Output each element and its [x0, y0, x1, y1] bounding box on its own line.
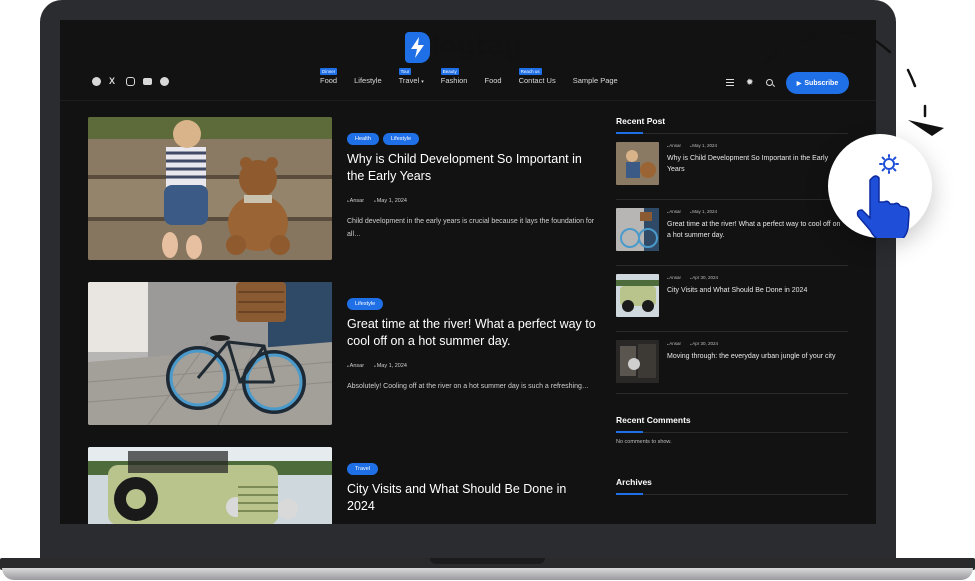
- post-card: Travel City Visits and What Should Be Do…: [88, 447, 598, 524]
- recent-post-item[interactable]: Ansar Apr 30, 2024 City Visits and What …: [616, 266, 848, 332]
- recent-post-author: Ansar: [667, 341, 681, 346]
- recent-post-item[interactable]: Ansar May 1, 2024 Why is Child Developme…: [616, 134, 848, 200]
- doodle-dashes: [760, 31, 944, 136]
- post-tags: Health Lifestyle: [347, 133, 597, 145]
- laptop-notch: [430, 558, 545, 564]
- post-body: Health Lifestyle Why is Child Developmen…: [347, 117, 597, 241]
- nav-badge: Reach us: [518, 68, 542, 75]
- youtube-icon[interactable]: [143, 78, 152, 85]
- recent-post-title[interactable]: Great time at the river! What a perfect …: [667, 219, 845, 241]
- nav-badge: Dinner: [320, 68, 338, 75]
- nav-label: Sample Page: [572, 76, 618, 85]
- tag-lifestyle[interactable]: Lifestyle: [347, 298, 384, 310]
- recent-post-author: Ansar: [667, 275, 681, 280]
- post-tags: Lifestyle: [347, 298, 597, 310]
- recent-post-date: Apr 30, 2024: [690, 341, 718, 346]
- post-title[interactable]: City Visits and What Should Be Done in 2…: [347, 481, 597, 515]
- nav-label: Fashion: [440, 76, 468, 85]
- stage: logtag X Dinner Food Lifestyle Tour Trav…: [0, 0, 975, 581]
- nav-item-fashion[interactable]: Beauty Fashion: [440, 68, 468, 85]
- nav-item-food[interactable]: Dinner Food: [320, 68, 338, 85]
- recent-post-author: Ansar: [667, 143, 681, 148]
- recent-post-meta: Ansar May 1, 2024: [667, 209, 717, 214]
- site-logo[interactable]: logtag: [405, 31, 522, 63]
- nav-label: Contact Us: [518, 76, 556, 85]
- recent-post-item[interactable]: Ansar May 1, 2024 Great time at the rive…: [616, 200, 848, 266]
- post-image-vintage-car[interactable]: [88, 447, 332, 524]
- post-image-child-teddy[interactable]: [88, 117, 332, 260]
- nav-label: Travel: [398, 76, 420, 85]
- post-date: May 1, 2024: [374, 363, 407, 369]
- recent-post-meta: Ansar Apr 30, 2024: [667, 341, 718, 346]
- tag-health[interactable]: Health: [347, 133, 379, 145]
- recent-post-title[interactable]: City Visits and What Should Be Done in 2…: [667, 285, 845, 296]
- post-author[interactable]: Ansar: [347, 363, 364, 369]
- post-author[interactable]: Ansar: [347, 198, 364, 204]
- post-body: Travel City Visits and What Should Be Do…: [347, 447, 597, 515]
- recent-post-title[interactable]: Why is Child Development So Important in…: [667, 153, 845, 175]
- nav-badge: Tour: [398, 68, 412, 75]
- post-meta: Ansar May 1, 2024: [347, 198, 597, 204]
- laptop-base: [0, 558, 975, 581]
- recent-post-author: Ansar: [667, 209, 681, 214]
- nav-item-lifestyle[interactable]: Lifestyle: [354, 76, 382, 85]
- post-body: Lifestyle Great time at the river! What …: [347, 282, 597, 393]
- telegram-icon[interactable]: [160, 77, 169, 86]
- sun-icon: [879, 154, 899, 174]
- nav-item-sample-page[interactable]: Sample Page: [573, 76, 618, 85]
- post-card: Lifestyle Great time at the river! What …: [88, 282, 598, 425]
- post-image-bicycle[interactable]: [88, 282, 332, 425]
- post-title[interactable]: Great time at the river! What a perfect …: [347, 316, 597, 350]
- theme-toggle-button[interactable]: [828, 134, 932, 243]
- tag-lifestyle[interactable]: Lifestyle: [382, 133, 420, 145]
- post-card: Health Lifestyle Why is Child Developmen…: [88, 117, 598, 260]
- nav-item-travel[interactable]: Tour Travel ▾: [398, 68, 424, 85]
- lightning-logo-icon: [405, 31, 430, 63]
- instagram-icon[interactable]: [126, 77, 135, 86]
- post-excerpt: Absolutely! Cooling off at the river on …: [347, 383, 589, 390]
- recent-post-title[interactable]: Moving through: the everyday urban jungl…: [667, 351, 845, 362]
- recent-post-thumbnail[interactable]: [616, 208, 659, 251]
- recent-post-item[interactable]: Ansar Apr 30, 2024 Moving through: the e…: [616, 332, 848, 394]
- nav-label: Lifestyle: [354, 76, 382, 85]
- recent-post-thumbnail[interactable]: [616, 142, 659, 185]
- main-nav: Dinner Food Lifestyle Tour Travel ▾ Beau…: [320, 68, 635, 85]
- recent-post-thumbnail[interactable]: [616, 274, 659, 317]
- post-date: May 1, 2024: [374, 198, 407, 204]
- post-meta: Ansar May 1, 2024: [347, 363, 597, 369]
- post-excerpt: Child development in the early years is …: [347, 218, 595, 238]
- laptop-rim: [2, 568, 973, 580]
- nav-item-food-2[interactable]: Food: [484, 76, 501, 85]
- tag-travel[interactable]: Travel: [347, 463, 379, 475]
- recent-post-thumbnail[interactable]: [616, 340, 659, 383]
- recent-post-date: May 1, 2024: [690, 209, 717, 214]
- recent-comments-heading: Recent Comments: [616, 415, 848, 433]
- post-tags: Travel: [347, 463, 597, 475]
- chevron-down-icon: ▾: [421, 79, 424, 85]
- facebook-icon[interactable]: [92, 77, 101, 86]
- logo-text: logtag: [431, 31, 522, 61]
- recent-post-date: Apr 30, 2024: [690, 275, 718, 280]
- x-icon[interactable]: X: [109, 77, 118, 86]
- nav-label: Food: [320, 76, 338, 85]
- hand-pointer-icon: [856, 175, 910, 243]
- recent-post-meta: Ansar May 1, 2024: [667, 143, 717, 148]
- social-links: X: [92, 77, 169, 86]
- nav-label: Food: [484, 76, 502, 85]
- archives-heading: Archives: [616, 477, 848, 495]
- post-title[interactable]: Why is Child Development So Important in…: [347, 151, 597, 185]
- nav-badge: Beauty: [440, 68, 459, 75]
- sidebar: Recent Post Ansar May 1, 2024 Why is Chi…: [616, 116, 848, 495]
- nav-item-contact[interactable]: Reach us Contact Us: [518, 68, 556, 85]
- menu-icon[interactable]: [726, 78, 734, 86]
- recent-post-date: May 1, 2024: [690, 143, 717, 148]
- recent-post-meta: Ansar Apr 30, 2024: [667, 275, 718, 280]
